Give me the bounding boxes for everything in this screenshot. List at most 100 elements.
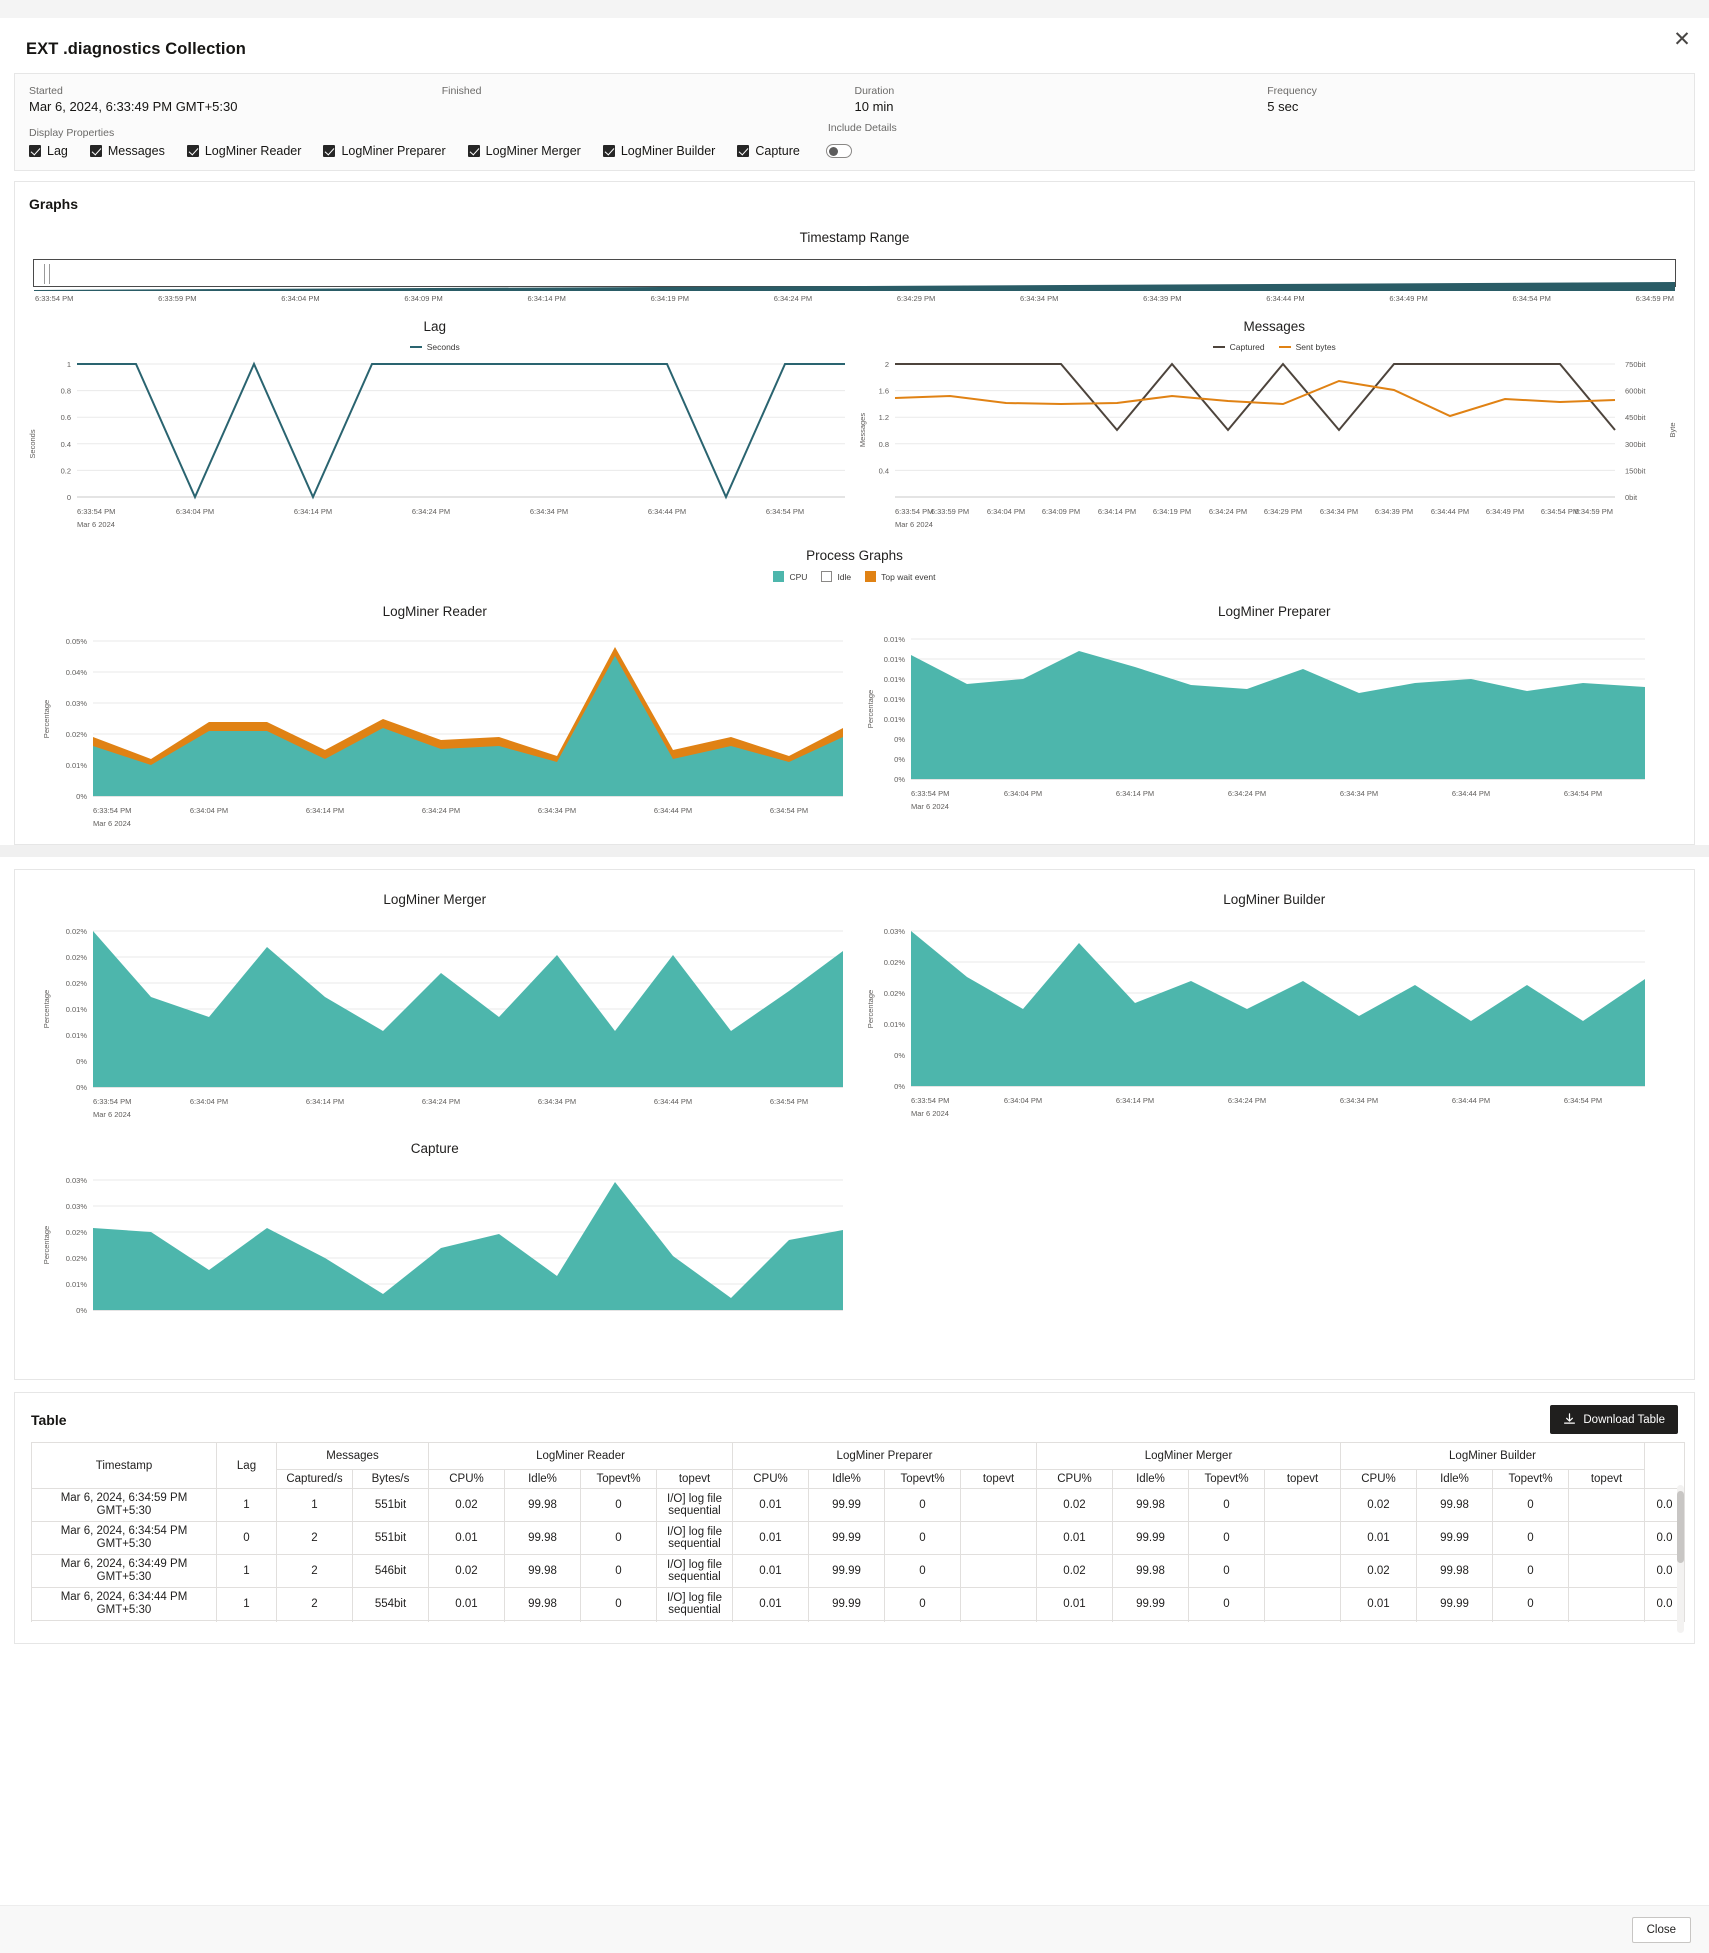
svg-text:0.01%: 0.01% xyxy=(66,1031,88,1040)
process-legend-swatch xyxy=(865,571,876,582)
table-scroll-area[interactable]: TimestampLagMessagesLogMiner ReaderLogMi… xyxy=(15,1442,1694,1622)
lag-chart-legend: Seconds xyxy=(15,342,855,352)
table-row[interactable]: Mar 6, 2024, 6:34:49 PM GMT+5:3012546bit… xyxy=(32,1555,1685,1588)
svg-text:6:34:59 PM: 6:34:59 PM xyxy=(1574,507,1612,516)
checkbox-logminer-reader[interactable]: LogMiner Reader xyxy=(187,144,302,158)
table-cell-bytes: 551bit xyxy=(353,1489,429,1522)
process-legend-label: Idle xyxy=(837,572,851,582)
checkbox-box[interactable] xyxy=(323,145,335,157)
table-cell-p_idle: 99.99 xyxy=(809,1555,885,1588)
info-fields-row: Started Mar 6, 2024, 6:33:49 PM GMT+5:30… xyxy=(29,84,1680,116)
checkbox-box[interactable] xyxy=(90,145,102,157)
checkbox-lag[interactable]: Lag xyxy=(29,144,68,158)
table-row[interactable]: Mar 6, 2024, 6:34:59 PM GMT+5:3011551bit… xyxy=(32,1489,1685,1522)
checkbox-logminer-preparer[interactable]: LogMiner Preparer xyxy=(323,144,445,158)
svg-text:6:34:34 PM: 6:34:34 PM xyxy=(1319,507,1357,516)
table-col-timestamp: Timestamp xyxy=(32,1443,217,1489)
table-cell-r_idle: 99.98 xyxy=(505,1522,581,1555)
svg-text:Percentage: Percentage xyxy=(42,1226,51,1264)
table-cell-m_cpu: 0.02 xyxy=(1037,1489,1113,1522)
svg-text:750bit: 750bit xyxy=(1625,360,1646,369)
svg-text:6:34:24 PM: 6:34:24 PM xyxy=(1227,789,1265,798)
close-button[interactable]: Close xyxy=(1632,1917,1691,1943)
svg-text:6:33:54 PM: 6:33:54 PM xyxy=(93,1097,131,1106)
svg-text:0.02%: 0.02% xyxy=(66,979,88,988)
svg-text:0.03%: 0.03% xyxy=(66,1176,88,1185)
checkbox-box[interactable] xyxy=(468,145,480,157)
table-cell-r_topevt: I/O] log file sequential xyxy=(657,1621,733,1623)
svg-text:Percentage: Percentage xyxy=(866,990,875,1028)
checkbox-logminer-merger[interactable]: LogMiner Merger xyxy=(468,144,581,158)
legend-label-sent-bytes: Sent bytes xyxy=(1296,342,1336,352)
graphs-scroll-area[interactable]: Timestamp Range 6:33:54 PM6:33:59 PM6:34… xyxy=(15,212,1694,844)
svg-text:0%: 0% xyxy=(76,1083,87,1092)
table-cell-r_topevt: I/O] log file sequential xyxy=(657,1522,733,1555)
table-subcol-2: CPU% xyxy=(429,1470,505,1489)
process-legend-swatch xyxy=(773,571,784,582)
table-group-logminer-builder: LogMiner Builder xyxy=(1341,1443,1645,1470)
table-scrollbar-thumb[interactable] xyxy=(1677,1491,1684,1563)
table-cell-captured: 1 xyxy=(277,1489,353,1522)
checkbox-messages[interactable]: Messages xyxy=(90,144,165,158)
range-tick-label: 6:34:39 PM xyxy=(1143,294,1181,303)
timestamp-range-track[interactable] xyxy=(33,259,1676,287)
process-legend-label: Top wait event xyxy=(881,572,935,582)
checkbox-box[interactable] xyxy=(737,145,749,157)
table-cell-p_idle: 99.99 xyxy=(809,1522,885,1555)
svg-text:0%: 0% xyxy=(894,735,905,744)
process-legend-item-cpu: CPU xyxy=(773,571,807,582)
download-table-button[interactable]: Download Table xyxy=(1550,1405,1678,1434)
checkbox-box[interactable] xyxy=(29,145,41,157)
timestamp-range-slider[interactable]: 6:33:54 PM6:33:59 PM6:34:04 PM6:34:09 PM… xyxy=(15,259,1694,303)
table-cell-m_topevt xyxy=(1265,1555,1341,1588)
svg-text:0.03%: 0.03% xyxy=(66,699,88,708)
checkbox-logminer-builder[interactable]: LogMiner Builder xyxy=(603,144,716,158)
table-row[interactable]: Mar 6, 2024, 6:34:54 PM GMT+5:3002551bit… xyxy=(32,1522,1685,1555)
svg-text:6:34:44 PM: 6:34:44 PM xyxy=(1451,789,1489,798)
checkbox-capture[interactable]: Capture xyxy=(737,144,799,158)
svg-text:450bit: 450bit xyxy=(1625,413,1646,422)
lag-chart-panel: Lag Seconds 1 xyxy=(15,319,855,542)
table-cell-timestamp: Mar 6, 2024, 6:34:44 PM GMT+5:30 xyxy=(32,1588,217,1621)
dialog-footer: Close xyxy=(0,1905,1709,1953)
svg-text:6:34:44 PM: 6:34:44 PM xyxy=(1451,1096,1489,1105)
table-cell-b_topevtp: 0 xyxy=(1493,1588,1569,1621)
table-cell-b_topevtp: 0 xyxy=(1493,1522,1569,1555)
svg-text:0%: 0% xyxy=(894,1082,905,1091)
checkbox-box[interactable] xyxy=(187,145,199,157)
svg-text:0.01%: 0.01% xyxy=(883,675,905,684)
page-title: EXT .diagnostics Collection xyxy=(0,18,1709,73)
svg-text:Percentage: Percentage xyxy=(42,990,51,1028)
svg-text:1.6: 1.6 xyxy=(878,387,888,396)
include-details-toggle[interactable] xyxy=(826,144,852,158)
logminer-preparer-panel: LogMiner Preparer 0.01% 0.01% 0.01% 0.01… xyxy=(855,604,1695,844)
table-cell-p_cpu: 0.01 xyxy=(733,1621,809,1623)
svg-text:0.01%: 0.01% xyxy=(883,635,905,644)
table-cell-m_cpu: 0.01 xyxy=(1037,1522,1113,1555)
svg-text:6:34:19 PM: 6:34:19 PM xyxy=(1152,507,1190,516)
table-subcol-3: Idle% xyxy=(505,1470,581,1489)
table-cell-r_topevt: I/O] log file sequential xyxy=(657,1588,733,1621)
table-subcol-12: Topevt% xyxy=(1189,1470,1265,1489)
display-properties-checkbox-group: Lag Messages LogMiner Reader LogMiner Prepa… xyxy=(29,144,1680,158)
legend-label-captured: Captured xyxy=(1230,342,1265,352)
range-tick-label: 6:34:24 PM xyxy=(774,294,812,303)
svg-text:0.03%: 0.03% xyxy=(66,1202,88,1211)
range-tick-label: 6:33:54 PM xyxy=(35,294,73,303)
table-row[interactable]: Mar 6, 2024, 6:34:39 PM GMT+5:3012587bit… xyxy=(32,1621,1685,1623)
table-cell-m_topevt xyxy=(1265,1489,1341,1522)
table-vertical-scrollbar[interactable] xyxy=(1677,1485,1684,1633)
table-row[interactable]: Mar 6, 2024, 6:34:44 PM GMT+5:3012554bit… xyxy=(32,1588,1685,1621)
table-cell-b_topevt xyxy=(1569,1489,1645,1522)
svg-text:6:34:49 PM: 6:34:49 PM xyxy=(1485,507,1523,516)
svg-text:6:34:04 PM: 6:34:04 PM xyxy=(1003,789,1041,798)
timestamp-range-handle[interactable] xyxy=(44,264,50,284)
table-subcol-11: Idle% xyxy=(1113,1470,1189,1489)
svg-text:0.2: 0.2 xyxy=(61,466,71,475)
close-icon[interactable]: ✕ xyxy=(1669,28,1695,54)
svg-text:6:34:04 PM: 6:34:04 PM xyxy=(176,507,214,516)
checkbox-box[interactable] xyxy=(603,145,615,157)
table-cell-b_cpu: 0.02 xyxy=(1341,1621,1417,1623)
svg-text:6:34:24 PM: 6:34:24 PM xyxy=(412,507,450,516)
table-cell-r_topevt: I/O] log file sequential xyxy=(657,1555,733,1588)
